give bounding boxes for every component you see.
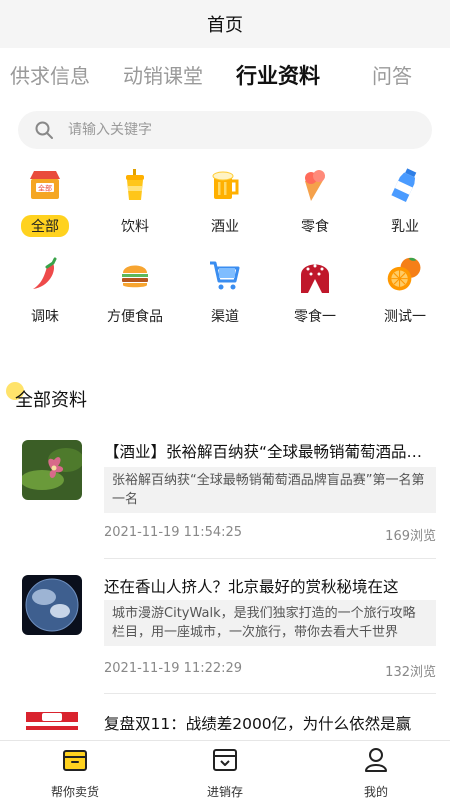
milk-bottle-icon	[385, 165, 425, 205]
drink-cup-icon	[115, 165, 155, 205]
top-bar: 首页	[0, 0, 450, 48]
category-label: 饮料	[121, 219, 149, 235]
strawberry-badge-icon	[295, 255, 335, 295]
article-date: 2021-11-19 11:54:25	[104, 525, 243, 540]
page-title: 首页	[207, 15, 243, 36]
article-views: 169浏览	[385, 529, 436, 544]
orange-icon	[385, 255, 425, 295]
category-label: 零食	[301, 219, 329, 235]
nav-label: 进销存	[206, 785, 243, 799]
search-bar[interactable]	[18, 111, 432, 149]
category-label: 渠道	[211, 309, 239, 325]
svg-text:全部: 全部	[38, 184, 52, 193]
category-label: 全部	[21, 215, 69, 237]
category-label: 调味	[31, 309, 59, 325]
article-summary: 城市漫游CityWalk，是我们独家打造的一个旅行攻略栏目，用一座城市，一次旅行…	[104, 600, 436, 646]
category-snacks-one[interactable]: 零食一	[270, 255, 360, 327]
article-thumbnail	[22, 710, 82, 740]
article-title: 【酒业】张裕解百纳获“全球最畅销葡萄酒品牌盲品赛”第一名第一名	[104, 443, 434, 461]
category-label: 酒业	[211, 219, 239, 235]
category-label: 零食一	[294, 309, 336, 325]
tab-industry-data[interactable]: 行业资料	[234, 60, 322, 90]
section-title: 全部资料	[15, 390, 87, 411]
category-drinks[interactable]: 饮料	[90, 165, 180, 237]
shopping-cart-icon	[205, 255, 245, 295]
beer-mug-icon	[205, 165, 245, 205]
nav-help-sell[interactable]: 帮你卖货	[15, 747, 135, 800]
user-icon	[365, 748, 387, 772]
box-icon	[63, 750, 87, 771]
category-test-one[interactable]: 测试一	[360, 255, 450, 327]
divider	[104, 558, 436, 559]
article-thumbnail	[22, 440, 82, 500]
inventory-icon	[213, 749, 237, 771]
category-instant-food[interactable]: 方便食品	[90, 255, 180, 327]
burger-icon	[115, 255, 155, 295]
category-label: 乳业	[391, 219, 419, 235]
article-summary: 张裕解百纳获“全球最畅销葡萄酒品牌盲品赛”第一名第一名	[104, 467, 436, 513]
search-icon	[35, 121, 53, 139]
category-snacks[interactable]: 零食	[270, 165, 360, 237]
tab-sales-class[interactable]: 动销课堂	[123, 60, 203, 89]
search-input[interactable]	[68, 122, 368, 138]
tab-qa[interactable]: 问答	[372, 60, 412, 89]
category-tabs: 供求信息 动销课堂 行业资料 问答	[0, 50, 450, 96]
nav-label: 帮你卖货	[50, 785, 99, 799]
category-seasoning[interactable]: 调味	[0, 255, 90, 327]
category-liquor[interactable]: 酒业	[180, 165, 270, 237]
tab-industry-data-label: 行业资料	[236, 64, 320, 88]
nav-inventory[interactable]: 进销存	[165, 747, 285, 800]
article-views: 132浏览	[385, 665, 436, 680]
category-all[interactable]: 全部 全部	[0, 165, 90, 237]
store-icon: 全部	[25, 165, 65, 205]
article-title: 复盘双11：战绩差2000亿，为什么依然是赢	[104, 715, 412, 733]
nav-mine[interactable]: 我的	[316, 747, 436, 800]
bottom-navigation: 帮你卖货 进销存 我的	[0, 740, 450, 800]
category-label: 测试一	[384, 309, 426, 325]
article-title: 还在香山人挤人？北京最好的赏秋秘境在这	[104, 578, 399, 596]
chili-pepper-icon	[25, 255, 65, 295]
category-label: 方便食品	[107, 309, 163, 325]
nav-label: 我的	[363, 785, 388, 799]
divider	[104, 693, 436, 694]
ice-cream-icon	[295, 165, 335, 205]
article-thumbnail	[22, 575, 82, 635]
article-date: 2021-11-19 11:22:29	[104, 661, 243, 676]
category-dairy[interactable]: 乳业	[360, 165, 450, 237]
category-channels[interactable]: 渠道	[180, 255, 270, 327]
tab-supply-demand[interactable]: 供求信息	[10, 60, 90, 89]
